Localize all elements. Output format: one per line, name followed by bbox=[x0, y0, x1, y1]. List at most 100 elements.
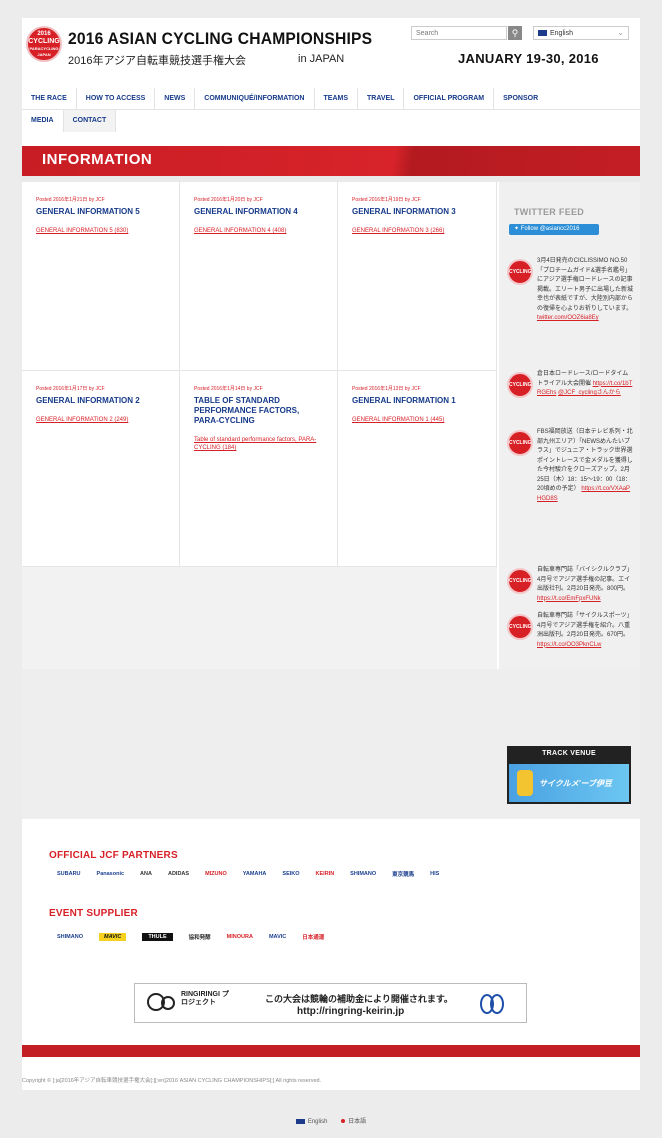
supplier-logo[interactable]: MINOURA bbox=[227, 934, 253, 940]
lang-english[interactable]: English bbox=[295, 1118, 328, 1125]
avatar[interactable]: CYCLING bbox=[507, 430, 533, 456]
mascot-icon bbox=[517, 770, 533, 796]
page-title: INFORMATION bbox=[42, 151, 153, 168]
avatar[interactable]: CYCLING bbox=[507, 372, 533, 398]
post-attachment-link[interactable]: GENERAL INFORMATION 3 (266) bbox=[352, 227, 482, 235]
tweet-text: FBS福岡放送（日本テレビ系列・北部九州エリア）「NEWSめんたいプラス」でジュ… bbox=[537, 428, 633, 504]
twitter-bird-icon: ✦ bbox=[514, 226, 521, 232]
post-meta: Posted 2016年1月21日 by JCF bbox=[36, 197, 105, 203]
tweet-text: 自転車専門誌「バイシクルクラブ」4月号でアジア選手権の記事。エイ出版社刊。2月2… bbox=[537, 566, 633, 604]
tweet-text: 自転車専門誌「サイクルスポーツ」4月号でアジア選手権を紹介。八重洲出版刊。2月2… bbox=[537, 612, 633, 650]
partner-logo[interactable]: Panasonic bbox=[97, 871, 125, 877]
event-dates: JANUARY 19-30, 2016 bbox=[458, 51, 599, 66]
tweet-link[interactable]: https://t.co/OO3PknCLw bbox=[537, 642, 601, 648]
track-venue-banner[interactable]: TRACK VENUE サイクルメ'ーブ伊豆 bbox=[507, 746, 631, 804]
search-input[interactable]: Search bbox=[411, 26, 507, 40]
post-attachment-link[interactable]: Table of standard performance factors, P… bbox=[194, 436, 323, 452]
nav-item-sponsor[interactable]: SPONSOR bbox=[494, 88, 547, 109]
language-select[interactable]: English ⌄ bbox=[533, 26, 629, 40]
post-attachment-link[interactable]: GENERAL INFORMATION 1 (445) bbox=[352, 416, 482, 424]
search-button[interactable]: ⚲ bbox=[508, 26, 522, 40]
follow-label: Follow @asiancc2016 bbox=[520, 226, 580, 232]
ringring-url[interactable]: http://ringring-keirin.jp bbox=[297, 1006, 404, 1017]
post-attachment-link[interactable]: GENERAL INFORMATION 2 (249) bbox=[36, 416, 165, 424]
partner-logo[interactable]: ADIDAS bbox=[168, 871, 189, 877]
tweet-mention-link[interactable]: @JCF_cyclingさんから bbox=[558, 390, 621, 396]
supplier-logo[interactable]: MAVIC bbox=[98, 933, 127, 941]
post-title[interactable]: GENERAL INFORMATION 3 bbox=[352, 207, 482, 217]
track-venue-image-text: サイクルメ'ーブ伊豆 bbox=[539, 779, 613, 788]
nav-item-official-program[interactable]: OFFICIAL PROGRAM bbox=[404, 88, 495, 109]
partner-logo[interactable]: MIZUNO bbox=[205, 871, 227, 877]
site-location: in JAPAN bbox=[298, 53, 345, 65]
lang-japanese[interactable]: 日本語 bbox=[341, 1119, 366, 1125]
post-title[interactable]: TABLE OF STANDARD PERFORMANCE FACTORS, P… bbox=[194, 396, 323, 426]
post-meta: Posted 2016年1月14日 by JCF bbox=[194, 386, 263, 392]
post-card: Posted 2016年1月21日 by JCF GENERAL INFORMA… bbox=[22, 182, 180, 371]
partners-heading: OFFICIAL JCF PARTNERS bbox=[49, 850, 178, 861]
supplier-logo[interactable]: THULE bbox=[142, 933, 173, 941]
lang-label: 日本語 bbox=[348, 1119, 367, 1125]
nav-item-how-to-access[interactable]: HOW TO ACCESS bbox=[77, 88, 156, 109]
site-title[interactable]: 2016 ASIAN CYCLING CHAMPIONSHIPS bbox=[68, 29, 372, 49]
tweet-link[interactable]: twitter.com/OOZ6ia8Ey bbox=[537, 315, 599, 321]
nav-item-communique[interactable]: COMMUNIQUÉ/INFORMATION bbox=[195, 88, 315, 109]
avatar-text: CYCLING bbox=[509, 578, 532, 584]
partner-logo[interactable]: KEIRIN bbox=[316, 871, 335, 877]
nav-item-news[interactable]: NEWS bbox=[155, 88, 196, 109]
nav-item-teams[interactable]: TEAMS bbox=[315, 88, 358, 109]
post-title[interactable]: GENERAL INFORMATION 2 bbox=[36, 396, 165, 406]
supplier-logo[interactable]: MAVIC bbox=[269, 934, 286, 940]
posts-grid: Posted 2016年1月21日 by JCF GENERAL INFORMA… bbox=[22, 182, 497, 669]
partner-logo[interactable]: ANA bbox=[140, 871, 152, 877]
post-card: Posted 2016年1月13日 by JCF GENERAL INFORMA… bbox=[338, 371, 497, 567]
partner-logo[interactable]: SHIMANO bbox=[350, 871, 376, 877]
partner-logo[interactable]: HIS bbox=[430, 871, 439, 877]
partner-logo[interactable]: SEIKO bbox=[282, 871, 299, 877]
ringring-banner[interactable]: RINGIRINGI プロジェクト この大会は競輪の補助金により開催されます。 … bbox=[134, 983, 527, 1023]
ringring-name: RINGIRINGI プロジェクト bbox=[181, 991, 229, 1006]
tweet-text: 3月4日発売のCICLISSIMO NO.50「プロチームガイド&選手名鑑号」に… bbox=[537, 257, 633, 324]
post-card: Posted 2016年1月17日 by JCF GENERAL INFORMA… bbox=[22, 371, 180, 567]
avatar-text: CYCLING bbox=[509, 269, 532, 275]
ringring-text: この大会は競輪の補助金により開催されます。 bbox=[265, 994, 453, 1004]
post-title[interactable]: GENERAL INFORMATION 5 bbox=[36, 207, 165, 217]
post-card: Posted 2016年1月19日 by JCF GENERAL INFORMA… bbox=[338, 182, 497, 371]
post-attachment-link[interactable]: GENERAL INFORMATION 4 (408) bbox=[194, 227, 323, 235]
chevron-down-icon: ⌄ bbox=[617, 28, 624, 37]
partner-logo[interactable]: SUBARU bbox=[57, 871, 81, 877]
language-label: English bbox=[550, 30, 573, 37]
track-venue-image[interactable]: サイクルメ'ーブ伊豆 bbox=[509, 764, 629, 802]
uk-flag-icon bbox=[538, 30, 547, 37]
avatar[interactable]: CYCLING bbox=[507, 568, 533, 594]
tweet-text: 倉日本ロードレース/ロードタイムトライアル大会開催 https://t.co/1… bbox=[537, 370, 633, 399]
supplier-logo[interactable]: SHIMANO bbox=[57, 934, 83, 940]
partner-logo[interactable]: YAMAHA bbox=[243, 871, 267, 877]
post-meta: Posted 2016年1月17日 by JCF bbox=[36, 386, 105, 392]
tweet-link[interactable]: https://t.co/EmFpxFUNk bbox=[537, 596, 601, 602]
championship-logo[interactable]: 2016 CYCLING PARACYCLING JAPAN bbox=[26, 26, 62, 62]
nav-item-the-race[interactable]: THE RACE bbox=[22, 88, 77, 109]
supplier-logo[interactable]: 協和発酵 bbox=[189, 933, 211, 941]
tweet-body: 自転車専門誌「バイシクルクラブ」4月号でアジア選手権の記事。エイ出版社刊。2月2… bbox=[537, 567, 633, 592]
nav-item-contact[interactable]: CONTACT bbox=[63, 110, 117, 132]
page-container: 2016 CYCLING PARACYCLING JAPAN 2016 ASIA… bbox=[22, 18, 640, 1090]
main-navigation: THE RACE HOW TO ACCESS NEWS COMMUNIQUÉ/I… bbox=[22, 88, 640, 132]
nav-item-travel[interactable]: TRAVEL bbox=[358, 88, 405, 109]
supplier-logo[interactable]: 日本通運 bbox=[302, 933, 324, 941]
avatar[interactable]: CYCLING bbox=[507, 259, 533, 285]
post-title[interactable]: GENERAL INFORMATION 1 bbox=[352, 396, 482, 406]
twitter-follow-button[interactable]: ✦ Follow @asiancc2016 bbox=[509, 224, 599, 235]
logo-line: PARACYCLING bbox=[29, 46, 59, 51]
logo-line: CYCLING bbox=[28, 38, 60, 45]
site-title-japanese: 2016年アジア自転車競技選手権大会 bbox=[68, 55, 247, 67]
nav-item-media[interactable]: MEDIA bbox=[22, 110, 64, 132]
avatar[interactable]: CYCLING bbox=[507, 614, 533, 640]
post-title[interactable]: GENERAL INFORMATION 4 bbox=[194, 207, 323, 217]
avatar-text: CYCLING bbox=[509, 382, 532, 388]
partner-logo[interactable]: 東京競馬 bbox=[392, 870, 414, 878]
uk-flag-icon bbox=[295, 1118, 305, 1124]
post-attachment-link[interactable]: GENERAL INFORMATION 5 (830) bbox=[36, 227, 165, 235]
twitter-heading: TWITTER FEED bbox=[514, 207, 585, 217]
post-card: Posted 2016年1月14日 by JCF TABLE OF STANDA… bbox=[180, 371, 338, 567]
